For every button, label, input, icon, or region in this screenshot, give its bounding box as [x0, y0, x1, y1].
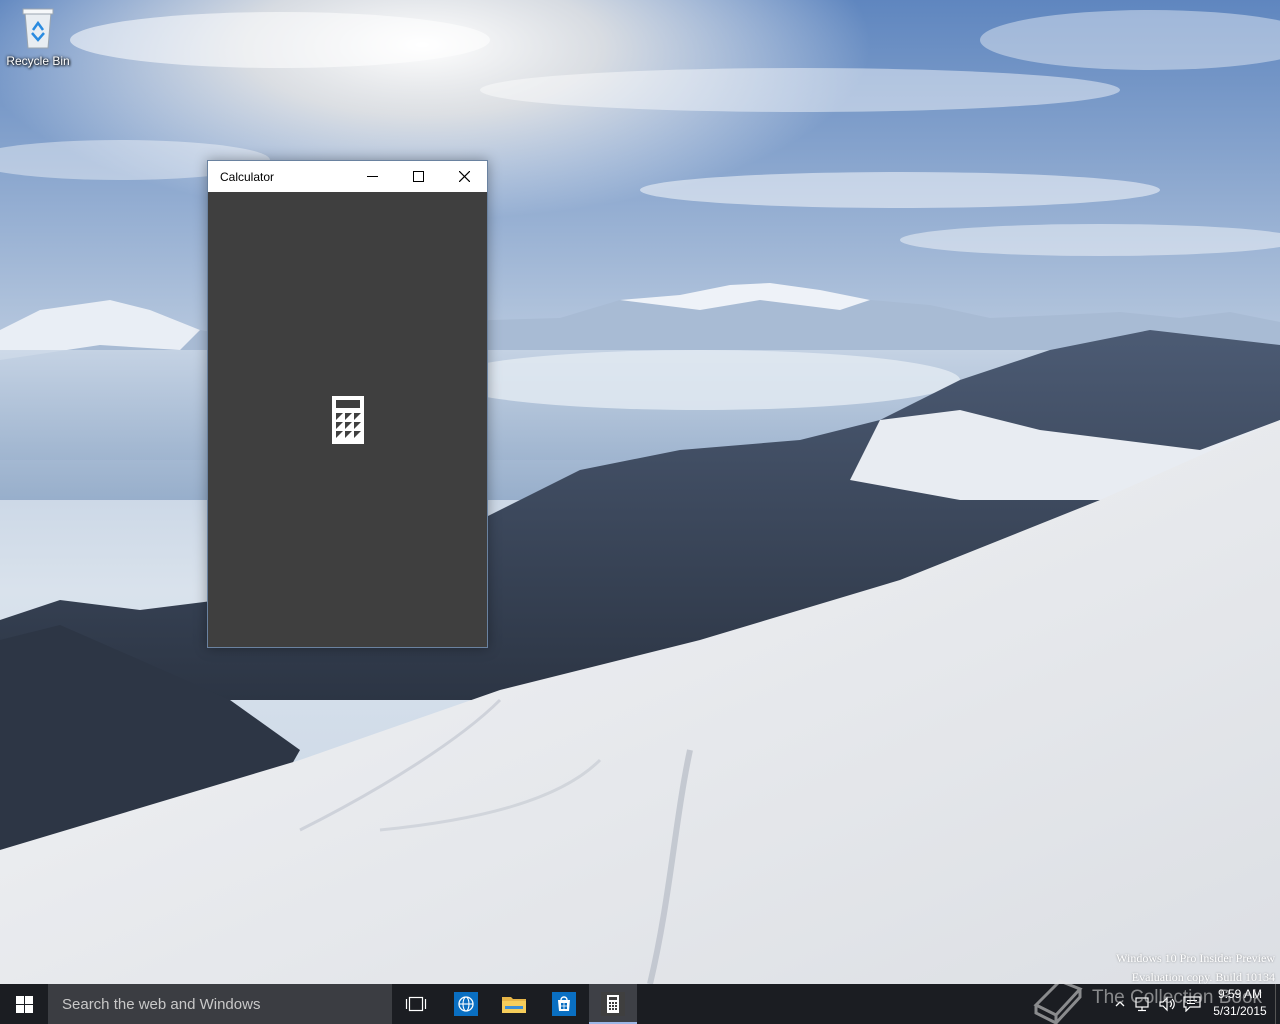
volume-button[interactable]: [1158, 994, 1178, 1014]
watermark-line-1: Windows 10 Pro Insider Preview: [1116, 951, 1275, 965]
chevron-up-icon: [1115, 1001, 1125, 1007]
window-titlebar[interactable]: Calculator: [208, 161, 487, 192]
network-button[interactable]: [1134, 994, 1154, 1014]
recycle-bin-icon: [18, 6, 58, 52]
task-view-icon: [405, 996, 427, 1012]
maximize-button[interactable]: [395, 161, 441, 192]
taskbar: 9:59 AM 5/31/2015: [0, 984, 1280, 1024]
taskbar-file-explorer-button[interactable]: [490, 984, 538, 1024]
desktop-icon-label: Recycle Bin: [6, 54, 70, 68]
minimize-button[interactable]: [349, 161, 395, 192]
taskbar-browser-button[interactable]: [442, 984, 490, 1024]
clock-date: 5/31/2015: [1213, 1004, 1267, 1018]
calculator-icon: [601, 992, 625, 1016]
search-input[interactable]: [60, 994, 384, 1014]
task-view-button[interactable]: [392, 984, 440, 1024]
action-center-icon: [1183, 996, 1201, 1012]
action-center-button[interactable]: [1182, 994, 1202, 1014]
desktop-icon-recycle-bin[interactable]: Recycle Bin: [2, 6, 74, 76]
calculator-icon: [331, 395, 364, 444]
show-desktop-button[interactable]: [1275, 984, 1280, 1024]
close-icon: [458, 171, 470, 182]
minimize-icon: [366, 176, 378, 177]
taskbar-calculator-button[interactable]: [589, 984, 637, 1024]
show-hidden-icons-button[interactable]: [1110, 994, 1130, 1014]
store-icon: [552, 992, 576, 1016]
window-title: Calculator: [220, 169, 275, 184]
maximize-icon: [412, 171, 424, 182]
taskbar-store-button[interactable]: [540, 984, 588, 1024]
start-button[interactable]: [0, 984, 48, 1024]
folder-icon: [502, 997, 526, 1013]
system-clock[interactable]: 9:59 AM 5/31/2015: [1206, 986, 1274, 1022]
windows-logo-icon: [15, 995, 33, 1013]
evaluation-watermark: Windows 10 Pro Insider Preview Evaluatio…: [1116, 949, 1275, 987]
desktop-wallpaper: [0, 0, 1280, 984]
globe-icon: [454, 992, 478, 1016]
close-button[interactable]: [441, 161, 487, 192]
calculator-window[interactable]: Calculator: [207, 160, 488, 648]
splash-screen: [208, 192, 487, 647]
network-icon: [1135, 997, 1149, 1012]
volume-icon: [1159, 996, 1175, 1012]
clock-time: 9:59 AM: [1217, 987, 1263, 1001]
search-box[interactable]: [48, 984, 392, 1024]
